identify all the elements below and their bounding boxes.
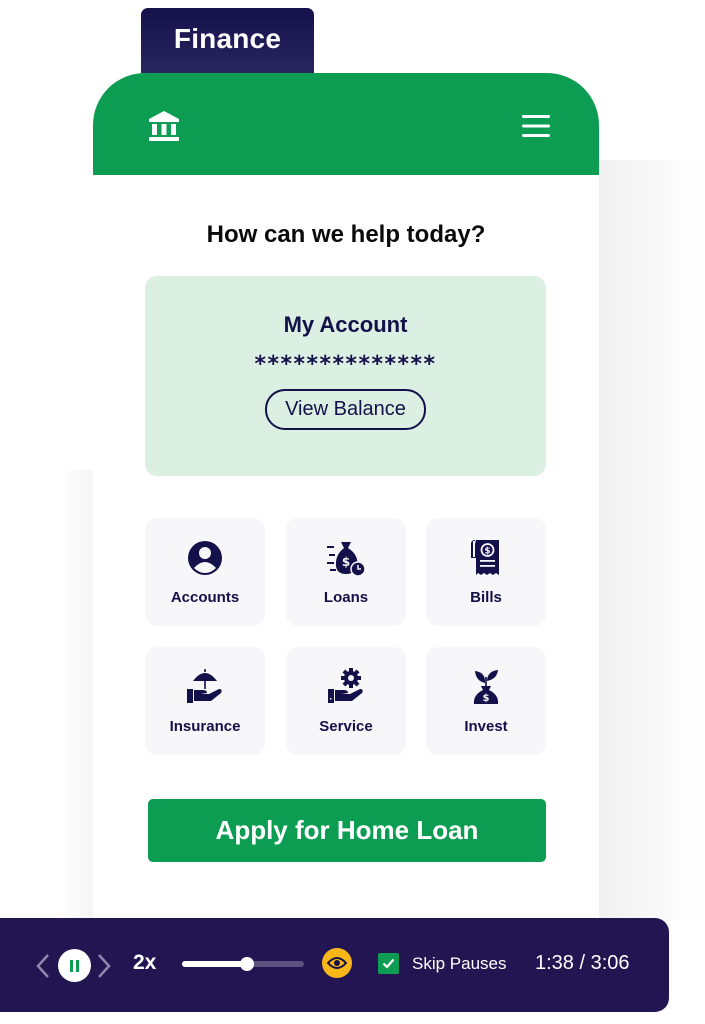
pause-button[interactable] (58, 949, 91, 982)
next-icon[interactable] (97, 953, 111, 979)
pause-icon (70, 960, 73, 972)
tile-bills[interactable]: $ Bills (426, 518, 546, 626)
category-tab: Finance (141, 8, 314, 80)
progress-fill (182, 961, 247, 967)
tile-label: Invest (464, 718, 508, 735)
eye-icon (327, 957, 347, 969)
svg-text:$: $ (342, 555, 350, 569)
progress-handle[interactable] (239, 957, 254, 971)
hand-umbrella-icon (187, 669, 222, 703)
account-card: My Account ************** View Balance (145, 276, 546, 476)
pause-icon-bar (76, 960, 79, 972)
checkmark-icon (382, 958, 395, 969)
tile-label: Bills (470, 589, 502, 606)
skip-pauses-checkbox[interactable] (378, 953, 399, 974)
svg-text:$: $ (483, 693, 490, 704)
phone-screen: How can we help today? My Account ******… (93, 73, 599, 953)
apply-home-loan-button[interactable]: Apply for Home Loan (148, 799, 546, 862)
time-display: 1:38 / 3:06 (535, 952, 630, 974)
progress-slider[interactable] (182, 957, 304, 971)
tile-accounts[interactable]: Accounts (145, 518, 265, 626)
money-bag-plant-icon: $ (473, 670, 499, 704)
playback-speed[interactable]: 2x (133, 951, 156, 975)
skip-pauses-label[interactable]: Skip Pauses (412, 954, 507, 974)
masked-balance: ************** (254, 352, 437, 377)
view-toggle-button[interactable] (322, 948, 352, 978)
hand-gear-icon (328, 668, 363, 703)
app-header (93, 73, 599, 175)
view-balance-button[interactable]: View Balance (265, 389, 426, 430)
stage: Finance How can we help today? My Accoun… (0, 0, 705, 1024)
tile-invest[interactable]: $ Invest (426, 647, 546, 755)
account-title: My Account (283, 312, 408, 337)
tile-loans[interactable]: $ Loans (286, 518, 406, 626)
tile-label: Loans (323, 589, 369, 606)
category-tab-label: Finance (173, 23, 282, 54)
phone-shadow-left (60, 470, 94, 920)
svg-text:$: $ (484, 547, 490, 557)
user-circle-icon (188, 541, 222, 575)
receipt-icon: $ (471, 540, 499, 575)
tile-insurance[interactable]: Insurance (145, 647, 265, 755)
previous-icon[interactable] (36, 953, 50, 979)
hamburger-menu-icon[interactable] (522, 114, 550, 138)
page-title: How can we help today? (206, 221, 486, 248)
bank-icon[interactable] (147, 109, 181, 143)
tile-label: Service (319, 718, 373, 735)
money-bag-clock-icon: $ (327, 542, 366, 577)
tile-label: Insurance (169, 718, 241, 735)
tile-service[interactable]: Service (286, 647, 406, 755)
tile-label: Accounts (170, 589, 240, 606)
phone-shadow (598, 160, 705, 920)
